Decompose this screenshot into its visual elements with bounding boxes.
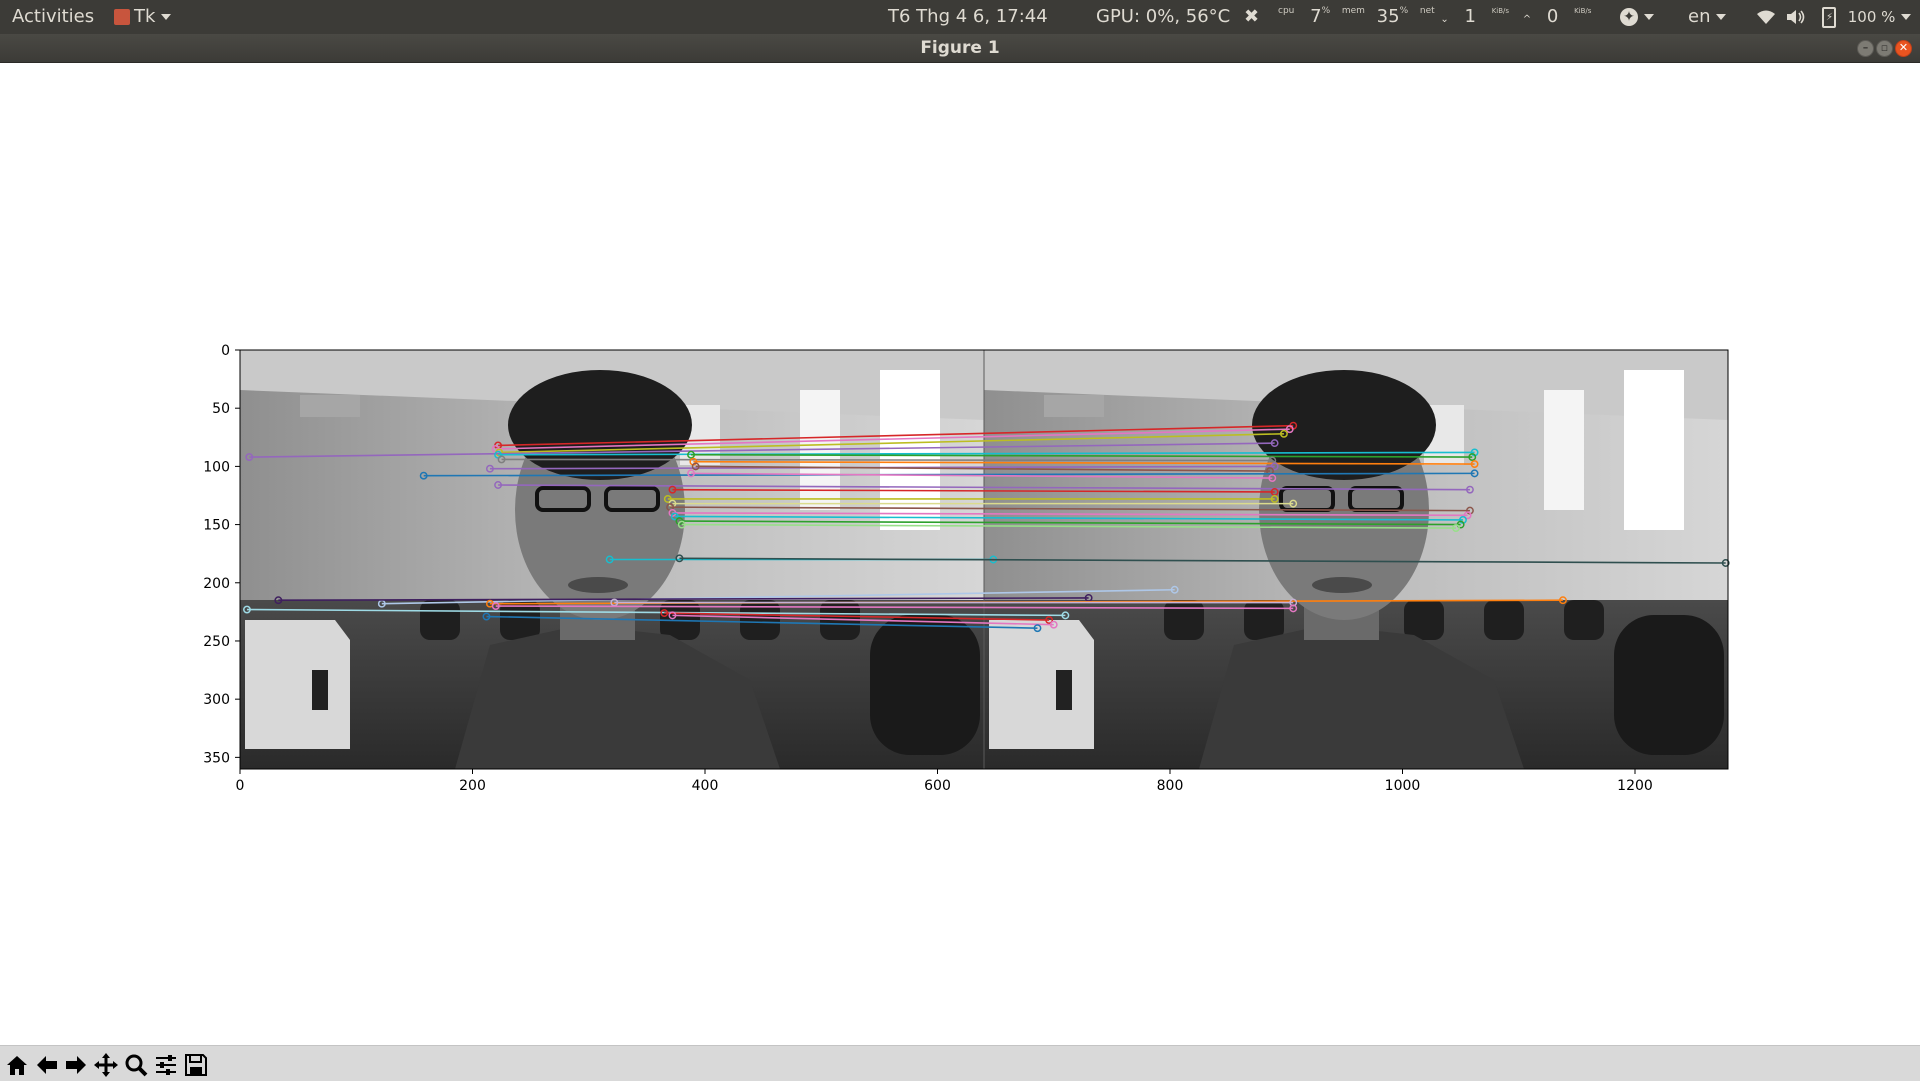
minimize-icon: –: [1862, 41, 1869, 54]
net-down-icon: ⌄: [1440, 14, 1449, 25]
sliders-icon: [156, 1055, 176, 1075]
back-button[interactable]: [34, 1052, 60, 1078]
chair: [420, 600, 460, 640]
x-tick-label: 1000: [1385, 778, 1421, 794]
x-tick-label: 600: [924, 778, 951, 794]
system-monitor[interactable]: cpu 7% mem 35% net ⌄ 1 KiB/s ^ 0 KiB/s: [1278, 0, 1591, 34]
window-title-bar[interactable]: Figure 1 – ▫ ✕: [0, 34, 1920, 63]
y-tick-label: 350: [203, 750, 230, 766]
wifi-icon[interactable]: [1756, 0, 1776, 34]
person-hair: [508, 370, 692, 480]
home-button[interactable]: [4, 1052, 30, 1078]
chair: [870, 615, 980, 755]
battery-label: 100 %: [1847, 8, 1896, 26]
chair: [1244, 600, 1284, 640]
net-up-value: 0: [1546, 6, 1559, 27]
home-icon: [7, 1056, 27, 1075]
mem-value: 35: [1376, 6, 1400, 27]
accessibility-menu[interactable]: ✦: [1620, 0, 1654, 34]
close-icon: ✕: [1898, 41, 1909, 54]
magnifier-icon: [125, 1054, 148, 1077]
maximize-button[interactable]: ▫: [1876, 40, 1893, 57]
x-tick-label: 400: [692, 778, 719, 794]
y-tick-label: 100: [203, 459, 230, 475]
move-icon: [94, 1053, 118, 1077]
battery-menu[interactable]: ⚡ 100 %: [1822, 0, 1912, 34]
mem-unit: %: [1399, 6, 1409, 16]
ceiling-vent: [1044, 395, 1104, 417]
zoom-button[interactable]: [123, 1052, 149, 1078]
volume-icon[interactable]: [1786, 0, 1806, 34]
y-tick-label: 200: [203, 576, 230, 592]
activities-label: Activities: [12, 6, 95, 27]
app-menu[interactable]: Tk: [114, 0, 172, 34]
white-device: [989, 620, 1094, 749]
pan-button[interactable]: [93, 1052, 119, 1078]
window-title: Figure 1: [920, 38, 1000, 58]
net-up-icon: ^: [1522, 14, 1532, 25]
ceiling-vent: [300, 395, 360, 417]
configure-subplots-button[interactable]: [153, 1052, 179, 1078]
cpu-value: 7: [1310, 6, 1322, 27]
clock[interactable]: T6 Thg 4 6, 17:44: [888, 0, 1048, 34]
navigation-toolbar: [0, 1045, 1920, 1081]
chair: [1484, 600, 1524, 640]
y-tick-label: 300: [203, 692, 230, 708]
floppy-disk-icon: [185, 1054, 207, 1076]
y-tick-label: 0: [221, 343, 230, 359]
minimize-button[interactable]: –: [1857, 40, 1874, 57]
forward-button[interactable]: [63, 1052, 89, 1078]
device-port: [312, 670, 328, 710]
chair: [1164, 600, 1204, 640]
net-up-unit: KiB/s: [1574, 7, 1592, 15]
y-tick-label: 50: [212, 401, 230, 417]
matplotlib-figure[interactable]: 0 200 400 600 800 1000 1200 0 50 100 150 200 250 300 3…: [0, 63, 1920, 1045]
arrow-right-icon: [66, 1056, 86, 1074]
chevron-down-icon: [1901, 14, 1912, 20]
cpu-label: cpu: [1278, 6, 1295, 16]
chair: [1404, 600, 1444, 640]
plot-axes: 0 200 400 600 800 1000 1200 0 50 100 150 200 250 300 3…: [203, 343, 1730, 794]
arrow-left-icon: [37, 1056, 57, 1074]
tk-app-icon: [114, 9, 130, 25]
battery-icon: ⚡: [1822, 6, 1836, 28]
person-mouth: [1312, 577, 1372, 593]
net-label: net: [1419, 6, 1435, 16]
accessibility-icon: ✦: [1620, 8, 1638, 26]
language-label: en: [1688, 6, 1711, 27]
close-button[interactable]: ✕: [1895, 40, 1912, 57]
window-light: [1624, 370, 1684, 530]
chevron-down-icon: [1644, 14, 1654, 20]
maximize-icon: ▫: [1880, 41, 1889, 54]
chair: [1564, 600, 1604, 640]
x-tick-label: 800: [1157, 778, 1184, 794]
x-tick-label: 1200: [1617, 778, 1653, 794]
window-light: [1544, 390, 1584, 510]
y-tick-label: 250: [203, 634, 230, 650]
window-light: [880, 370, 940, 530]
y-tick-label: 150: [203, 518, 230, 534]
chair: [1614, 615, 1724, 755]
save-button[interactable]: [183, 1052, 209, 1078]
clock-label: T6 Thg 4 6, 17:44: [888, 6, 1048, 27]
chevron-down-icon: [1716, 14, 1727, 20]
device-port: [1056, 670, 1072, 710]
net-down-value: 1: [1464, 6, 1476, 27]
activities-button[interactable]: Activities: [12, 0, 94, 34]
gpu-indicator[interactable]: GPU: 0%, 56°C ✖: [1096, 0, 1259, 34]
x-tick-label: 0: [236, 778, 245, 794]
mem-label: mem: [1341, 6, 1365, 16]
system-top-bar: Activities Tk T6 Thg 4 6, 17:44 GPU: 0%,…: [0, 0, 1920, 34]
x-tick-label: 200: [459, 778, 486, 794]
person-mouth: [568, 577, 628, 593]
white-device: [245, 620, 350, 749]
app-menu-label: Tk: [134, 6, 156, 27]
net-down-unit: KiB/s: [1491, 7, 1510, 15]
language-menu[interactable]: en: [1688, 0, 1727, 34]
figure-canvas[interactable]: 0 200 400 600 800 1000 1200 0 50 100 150 200 250 300 3…: [0, 63, 1920, 1045]
cpu-unit: %: [1321, 6, 1331, 16]
gpu-label: GPU: 0%, 56°C: [1096, 6, 1231, 27]
gpu-icon: ✖: [1243, 6, 1260, 27]
chevron-down-icon: [161, 14, 172, 20]
